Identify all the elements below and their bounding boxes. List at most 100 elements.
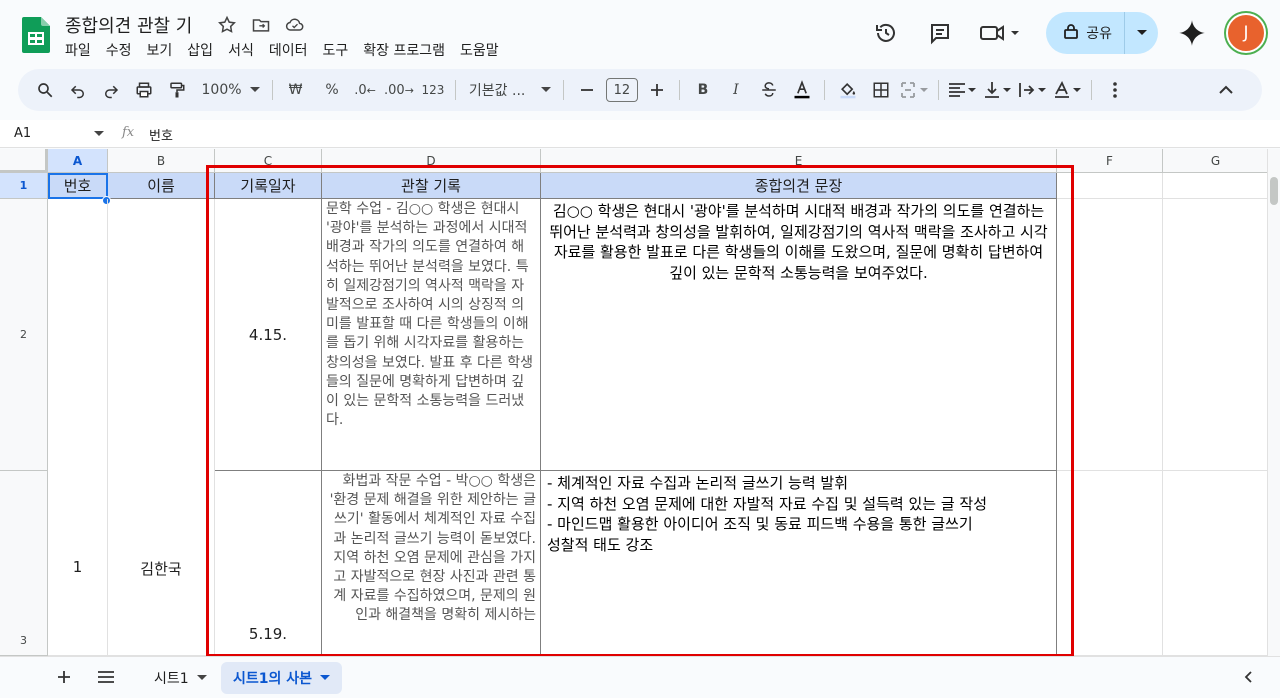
name-box[interactable]: A1 (14, 126, 104, 141)
print-icon[interactable] (130, 76, 158, 104)
row-header-3[interactable]: 3 (0, 471, 48, 656)
add-sheet-icon[interactable] (56, 669, 72, 689)
decrease-font-size-button[interactable] (573, 76, 601, 104)
collapse-toolbar-icon[interactable] (1212, 76, 1240, 104)
borders-icon[interactable] (867, 76, 895, 104)
text-wrapping-icon[interactable] (1018, 76, 1048, 104)
cell-a1[interactable]: 번호 (48, 173, 108, 199)
formula-input[interactable]: 번호 (149, 125, 173, 144)
cell-b2-merged[interactable]: 김한국 (108, 199, 215, 656)
chevron-down-icon (94, 131, 104, 136)
arrow-right-icon: → (404, 83, 414, 97)
row-header-1[interactable]: 1 (0, 173, 48, 199)
chevron-down-icon (249, 87, 260, 92)
sheet-tab-label: 시트1 (154, 671, 189, 687)
gemini-sparkle-icon[interactable] (1172, 13, 1212, 53)
cell-a2-merged[interactable]: 1 (48, 199, 108, 656)
move-folder-icon[interactable] (250, 14, 272, 36)
paint-format-icon[interactable] (163, 76, 191, 104)
share-dropdown-icon[interactable] (1124, 12, 1158, 54)
scroll-tabs-left-icon[interactable] (1244, 671, 1252, 687)
toolbar-divider (563, 80, 565, 100)
column-header-b[interactable]: B (108, 149, 215, 173)
cloud-saved-icon[interactable] (284, 14, 306, 36)
menu-extensions[interactable]: 확장 프로그램 (363, 40, 445, 60)
menu-help[interactable]: 도움말 (460, 40, 499, 60)
column-header-a[interactable]: A (48, 149, 108, 173)
toolbar-divider (938, 80, 940, 100)
sheet-tab-1[interactable]: 시트1 (142, 662, 219, 694)
row-header-2[interactable]: 2 (0, 199, 48, 471)
font-family-select[interactable]: 기본값 ... (465, 76, 555, 104)
zoom-value: 100% (201, 82, 242, 98)
arrow-left-icon: ← (366, 83, 376, 97)
column-header-g[interactable]: G (1163, 149, 1267, 173)
comments-icon[interactable] (920, 13, 960, 53)
chevron-down-icon (540, 87, 551, 92)
text-rotation-icon[interactable] (1053, 76, 1083, 104)
merge-cells-icon[interactable] (900, 76, 930, 104)
italic-button[interactable]: I (722, 76, 750, 104)
plus-icon (650, 84, 663, 96)
document-title[interactable]: 종합의견 관찰 기 (65, 12, 192, 38)
meet-video-icon[interactable] (974, 13, 1028, 53)
menu-insert[interactable]: 삽입 (187, 40, 213, 60)
bold-button[interactable]: B (689, 76, 717, 104)
menu-tools[interactable]: 도구 (322, 40, 348, 60)
increase-decimal-button[interactable]: .00 → (384, 76, 414, 104)
history-icon[interactable] (866, 13, 906, 53)
spreadsheet-grid[interactable]: A B C D E F G 1 2 3 번호 이름 기록일자 관찰 기록 종합의… (0, 149, 1267, 656)
increase-decimal-label: .00 (384, 82, 405, 98)
menu-data[interactable]: 데이터 (269, 40, 308, 60)
zoom-select[interactable]: 100% (196, 76, 264, 104)
student-name: 김한국 (140, 560, 182, 578)
cell-g3[interactable] (1163, 471, 1267, 656)
number-format-button[interactable]: 123 (419, 76, 447, 104)
toolbar-divider (824, 80, 826, 100)
undo-icon[interactable] (64, 76, 92, 104)
search-menus-icon[interactable] (31, 76, 59, 104)
decrease-decimal-button[interactable]: .0 ← (351, 76, 379, 104)
scrollbar-thumb[interactable] (1270, 177, 1278, 205)
sheet-tabs-bar: 시트1 시트1의 사본 (0, 656, 1280, 698)
user-avatar[interactable]: J (1226, 13, 1266, 53)
title-bar: 종합의견 관찰 기 파일 수정 보기 삽입 서식 데이터 도구 확장 프로그램 … (0, 0, 1280, 68)
fill-color-icon[interactable] (834, 76, 862, 104)
font-size-field[interactable]: 12 (605, 76, 638, 104)
toolbar-divider (1091, 80, 1093, 100)
chevron-down-icon[interactable] (196, 675, 207, 681)
toolbar-divider (679, 80, 681, 100)
font-size-value: 12 (605, 78, 638, 102)
student-number: 1 (72, 558, 83, 576)
currency-format-button[interactable]: ₩ (282, 76, 310, 104)
vertical-align-icon[interactable] (983, 76, 1013, 104)
menu-view[interactable]: 보기 (147, 40, 173, 60)
cell-g2[interactable] (1163, 199, 1267, 471)
cell-b1[interactable]: 이름 (108, 173, 215, 199)
all-sheets-icon[interactable] (97, 670, 115, 688)
vertical-scrollbar[interactable] (1267, 149, 1280, 656)
minus-icon (580, 89, 593, 91)
horizontal-align-icon[interactable] (948, 76, 978, 104)
select-all-corner[interactable] (0, 149, 48, 173)
more-options-icon[interactable] (1101, 76, 1129, 104)
menu-edit[interactable]: 수정 (106, 40, 132, 60)
sheets-logo-icon[interactable] (22, 17, 50, 53)
font-family-value: 기본값 ... (468, 83, 526, 99)
text-color-icon[interactable] (788, 76, 816, 104)
menu-file[interactable]: 파일 (65, 40, 91, 60)
strikethrough-icon[interactable] (755, 76, 783, 104)
cell-reference: A1 (14, 126, 32, 141)
share-button[interactable]: 공유 (1046, 12, 1158, 54)
toolbar-divider (455, 80, 457, 100)
decrease-decimal-label: .0 (354, 82, 367, 98)
redo-icon[interactable] (97, 76, 125, 104)
cell-g1[interactable] (1163, 173, 1267, 199)
toolbar: 100% ₩ % .0 ← .00 → 123 기본값 ... 12 B I (18, 69, 1262, 111)
percent-format-button[interactable]: % (318, 76, 346, 104)
chevron-down-icon[interactable] (320, 675, 331, 681)
star-icon[interactable] (216, 14, 238, 36)
sheet-tab-2[interactable]: 시트1의 사본 (221, 662, 343, 694)
menu-format[interactable]: 서식 (228, 40, 254, 60)
increase-font-size-button[interactable] (643, 76, 671, 104)
